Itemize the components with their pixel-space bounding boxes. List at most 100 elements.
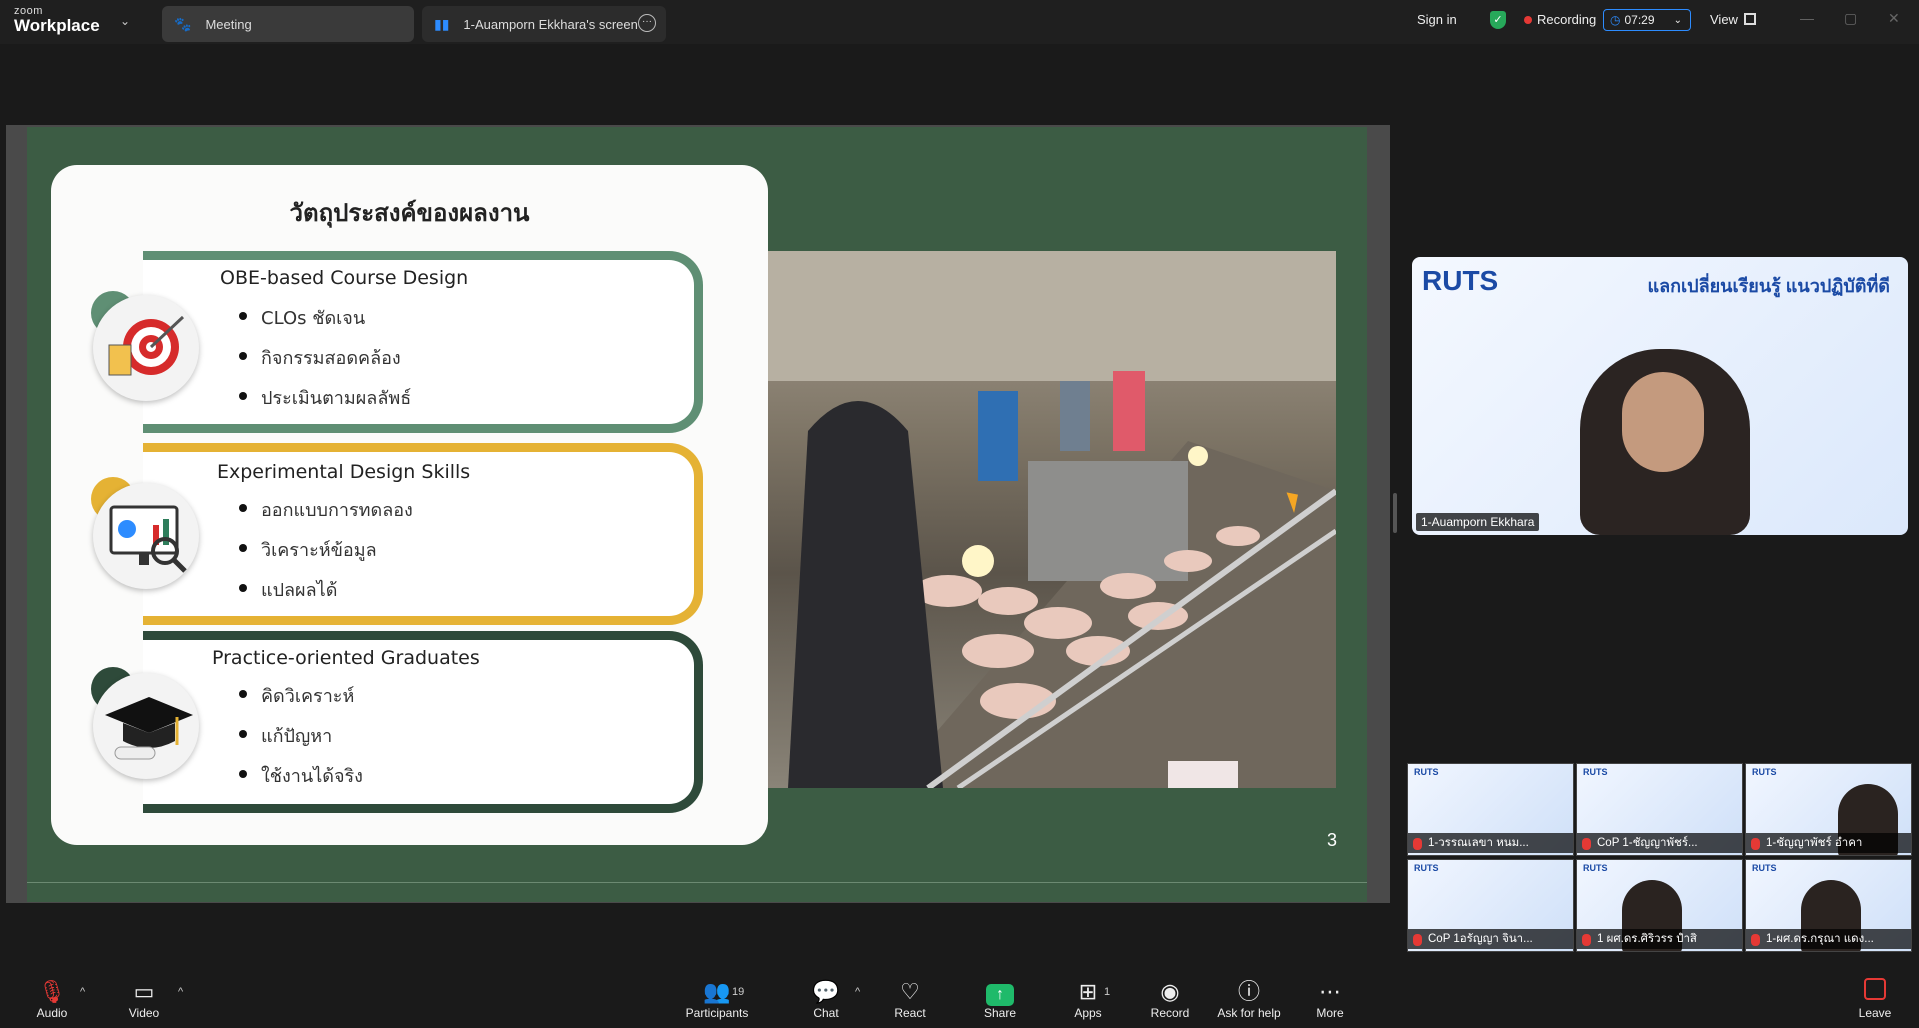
section-title: OBE-based Course Design bbox=[220, 267, 469, 289]
camera-icon: ▭ bbox=[133, 979, 155, 1004]
slide-bottom-strip bbox=[27, 882, 1367, 902]
meeting-controls: 🎙 Audio ^ ▭ Video ^ 👥 Participants 19 💬 … bbox=[0, 974, 1919, 1028]
bullet-item: ประเมินตามผลลัพธ์ bbox=[238, 383, 411, 412]
participant-tile[interactable]: RUTS 1-ชัญญาพัชร์ อำคา bbox=[1745, 763, 1912, 856]
view-button[interactable]: View bbox=[1710, 12, 1738, 27]
participant-tile[interactable]: RUTS CoP 1อรัญญา จินา... bbox=[1407, 859, 1574, 952]
record-icon: ◉ bbox=[1160, 979, 1180, 1004]
apps-button[interactable]: ⊞ Apps bbox=[1070, 978, 1106, 1020]
section-title: Experimental Design Skills bbox=[217, 461, 471, 483]
speaker-name: 1-Auamporn Ekkhara bbox=[1416, 513, 1540, 531]
participant-grid: RUTS 1-วรรณเลขา หนม... RUTS CoP 1-ชัญญาพ… bbox=[1407, 763, 1912, 953]
top-bar: zoom Workplace ⌄ 🐾 Meeting ▮▮ 1-Auamporn… bbox=[0, 0, 1919, 44]
maximize-icon[interactable]: ▢ bbox=[1844, 10, 1857, 27]
audio-button[interactable]: 🎙 Audio bbox=[32, 978, 72, 1020]
shield-check-icon[interactable]: ✓ bbox=[1490, 11, 1506, 29]
share-arrow-icon: ↑ bbox=[986, 984, 1014, 1006]
slide-page-number: 3 bbox=[1327, 830, 1338, 850]
tab-shared-screen-label: 1-Auamporn Ekkhara's screen bbox=[463, 16, 638, 32]
participant-tile[interactable]: RUTS 1-วรรณเลขา หนม... bbox=[1407, 763, 1574, 856]
apps-icon: ⊞ bbox=[1078, 979, 1098, 1004]
tile-logo: RUTS bbox=[1414, 863, 1439, 873]
objectives-card: วัตถุประสงค์ของผลงาน OBE-based Course De… bbox=[51, 165, 768, 845]
bullet-item: วิเคราะห์ข้อมูล bbox=[239, 535, 377, 564]
recording-label[interactable]: Recording bbox=[1537, 12, 1596, 27]
more-button[interactable]: ⋯ More bbox=[1312, 978, 1348, 1020]
presentation-slide: วัตถุประสงค์ของผลงาน OBE-based Course De… bbox=[27, 127, 1367, 882]
recording-dot-icon bbox=[1524, 16, 1532, 24]
video-options-caret-icon[interactable]: ^ bbox=[178, 986, 183, 998]
participant-name: 1-ชัญญาพัชร์ อำคา bbox=[1746, 833, 1911, 853]
tile-logo: RUTS bbox=[1752, 863, 1777, 873]
pig-farm-photo bbox=[768, 251, 1336, 788]
meeting-timer[interactable]: ◷ 07:29 ⌄ bbox=[1603, 9, 1691, 31]
video-button[interactable]: ▭ Video bbox=[124, 978, 164, 1020]
tile-logo: RUTS bbox=[1583, 767, 1608, 777]
participant-tile[interactable]: RUTS CoP 1-ชัญญาพัชร์... bbox=[1576, 763, 1743, 856]
tile-logo: RUTS bbox=[1414, 767, 1439, 777]
react-button[interactable]: ♡ React bbox=[892, 978, 928, 1020]
apps-count: 1 bbox=[1104, 986, 1111, 998]
slide-title: วัตถุประสงค์ของผลงาน bbox=[289, 199, 530, 227]
tab-shared-screen[interactable]: ▮▮ 1-Auamporn Ekkhara's screen ··· bbox=[422, 6, 666, 42]
grid-view-icon[interactable] bbox=[1744, 13, 1756, 25]
background-logo: RUTS bbox=[1422, 265, 1499, 296]
bullet-item: ออกแบบการทดลอง bbox=[239, 495, 413, 524]
tab-meeting[interactable]: 🐾 Meeting bbox=[162, 6, 414, 42]
participant-name: CoP 1-ชัญญาพัชร์... bbox=[1577, 833, 1742, 853]
minimize-icon[interactable]: — bbox=[1800, 10, 1814, 26]
help-icon: ⓘ bbox=[1237, 979, 1260, 1004]
target-icon bbox=[93, 295, 199, 401]
chat-options-caret-icon[interactable]: ^ bbox=[855, 986, 860, 998]
tab-meeting-label: Meeting bbox=[205, 16, 252, 32]
tile-logo: RUTS bbox=[1583, 863, 1608, 873]
chat-icon: 💬 bbox=[812, 979, 840, 1004]
speaker-face bbox=[1622, 372, 1704, 472]
mic-muted-icon: 🎙 bbox=[38, 979, 66, 1004]
participant-name: CoP 1อรัญญา จินา... bbox=[1408, 929, 1573, 949]
bullet-item: แปลผลได้ bbox=[238, 575, 337, 604]
participant-name: 1 ผศ.ดร.ศิริวรร ปำสิ bbox=[1577, 929, 1742, 949]
background-heading: แลกเปลี่ยนเรียนรู้ แนวปฏิบัติที่ดี bbox=[1647, 276, 1890, 296]
participant-tile[interactable]: RUTS 1-ผศ.ดร.กรุณา แดง... bbox=[1745, 859, 1912, 952]
data-analysis-icon bbox=[93, 483, 199, 589]
leave-button[interactable]: Leave bbox=[1855, 978, 1895, 1020]
audio-options-caret-icon[interactable]: ^ bbox=[80, 986, 85, 998]
clock-icon: ◷ bbox=[1610, 13, 1621, 27]
bullet-item: คิดวิเคราะห์ bbox=[238, 681, 354, 710]
tile-logo: RUTS bbox=[1752, 767, 1777, 777]
sign-in-link[interactable]: Sign in bbox=[1417, 12, 1457, 27]
bullet-item: CLOs ชัดเจน bbox=[238, 303, 365, 332]
bullet-item: กิจกรรมสอดคล้อง bbox=[239, 343, 401, 372]
more-icon: ⋯ bbox=[1319, 979, 1341, 1004]
participants-button[interactable]: 👥 Participants bbox=[682, 978, 752, 1020]
muted-mic-icon bbox=[1751, 838, 1760, 850]
heart-icon: ♡ bbox=[900, 979, 920, 1004]
speaker-video[interactable]: RUTS แลกเปลี่ยนเรียนรู้ แนวปฏิบัติที่ดี … bbox=[1412, 257, 1908, 535]
paw-icon: 🐾 bbox=[174, 15, 192, 32]
timer-value: 07:29 bbox=[1624, 13, 1655, 27]
participants-count: 19 bbox=[732, 986, 745, 998]
participant-tile[interactable]: RUTS 1 ผศ.ดร.ศิริวรร ปำสิ bbox=[1576, 859, 1743, 952]
muted-mic-icon bbox=[1582, 934, 1591, 946]
muted-mic-icon bbox=[1413, 838, 1422, 850]
muted-mic-icon bbox=[1751, 934, 1760, 946]
more-options-icon[interactable]: ··· bbox=[638, 14, 656, 32]
panel-resize-handle[interactable] bbox=[1393, 493, 1397, 533]
share-button[interactable]: ↑ Share bbox=[980, 978, 1020, 1020]
chat-button[interactable]: 💬 Chat bbox=[808, 978, 844, 1020]
bullet-item: ใช้งานได้จริง bbox=[239, 761, 363, 790]
graduation-cap-icon bbox=[93, 673, 199, 779]
ask-for-help-button[interactable]: ⓘ Ask for help bbox=[1214, 978, 1284, 1020]
participant-name: 1-วรรณเลขา หนม... bbox=[1408, 833, 1573, 853]
bullet-item: แก้ปัญหา bbox=[238, 721, 332, 750]
chevron-down-icon: ⌄ bbox=[1673, 14, 1682, 26]
close-icon[interactable]: ✕ bbox=[1888, 10, 1900, 27]
muted-mic-icon bbox=[1413, 934, 1422, 946]
muted-mic-icon bbox=[1582, 838, 1591, 850]
zoom-workplace-logo[interactable]: zoom Workplace bbox=[14, 6, 100, 35]
share-screen-icon: ▮▮ bbox=[434, 15, 450, 32]
record-button[interactable]: ◉ Record bbox=[1148, 978, 1192, 1020]
leave-icon bbox=[1864, 978, 1886, 1000]
chevron-down-icon[interactable]: ⌄ bbox=[120, 14, 130, 28]
